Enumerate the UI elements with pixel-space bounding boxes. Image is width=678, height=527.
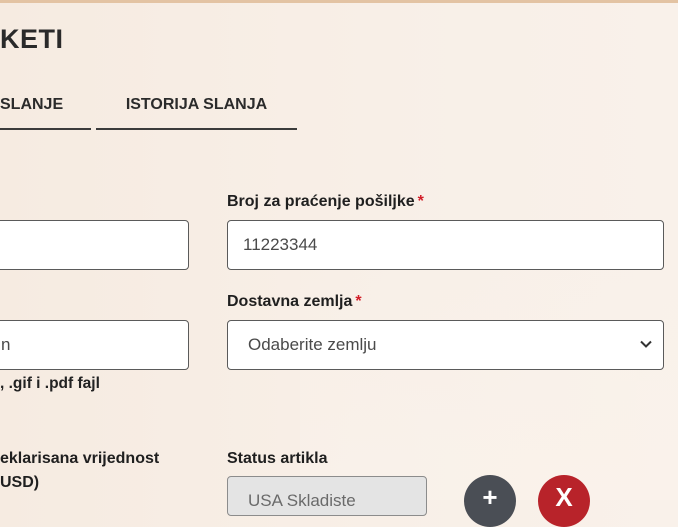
tracking-number-value: 11223344 bbox=[243, 235, 318, 254]
remove-item-button[interactable]: X bbox=[538, 475, 590, 527]
declared-value-label: eklarisana vrijednost USD) bbox=[0, 450, 159, 492]
required-marker: * bbox=[355, 293, 362, 310]
declared-value-line2: USD) bbox=[0, 474, 40, 491]
country-select[interactable]: Odaberite zemlju bbox=[227, 320, 664, 370]
left-file-input[interactable]: n bbox=[0, 320, 189, 370]
chevron-down-icon bbox=[640, 340, 652, 348]
tab-istorija-slanja[interactable]: ISTORIJA SLANJA bbox=[96, 94, 297, 130]
country-label: Dostavna zemlja * bbox=[227, 293, 362, 311]
tracking-label-text: Broj za praćenje pošiljke bbox=[227, 193, 415, 210]
country-select-value: Odaberite zemlju bbox=[248, 335, 377, 354]
file-type-note: , .gif i .pdf fajl bbox=[0, 375, 100, 392]
tab-istorija-label: ISTORIJA SLANJA bbox=[125, 96, 268, 113]
status-label: Status artikla bbox=[227, 450, 328, 467]
tracking-number-input[interactable]: 11223344 bbox=[227, 220, 664, 270]
status-select[interactable]: USA Skladiste bbox=[227, 476, 427, 516]
country-label-text: Dostavna zemlja bbox=[227, 293, 353, 310]
left-file-input-value: n bbox=[1, 335, 11, 354]
tracking-label: Broj za praćenje pošiljke * bbox=[227, 193, 424, 211]
declared-value-line1: eklarisana vrijednost bbox=[0, 450, 160, 467]
status-select-value: USA Skladiste bbox=[248, 491, 356, 510]
add-item-button[interactable]: + bbox=[464, 475, 516, 527]
left-top-input[interactable] bbox=[0, 220, 189, 270]
tab-slanje[interactable]: SLANJE bbox=[0, 94, 91, 130]
required-marker: * bbox=[417, 193, 424, 210]
top-accent-line bbox=[0, 0, 678, 3]
tab-slanje-label: SLANJE bbox=[0, 96, 64, 113]
page-title: KETI bbox=[0, 24, 64, 54]
